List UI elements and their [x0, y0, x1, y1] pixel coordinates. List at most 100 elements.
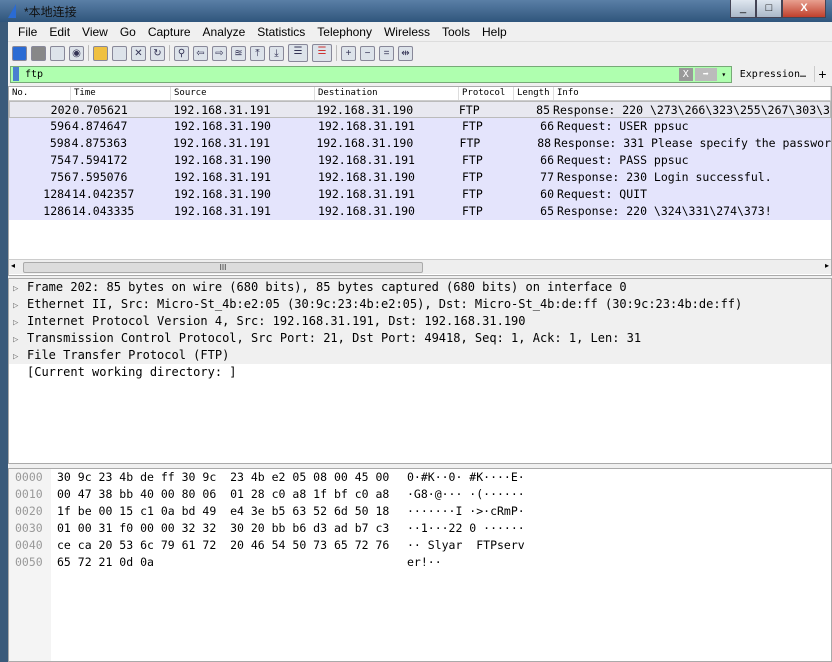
- packet-len: 85: [536, 103, 551, 117]
- menu-analyze[interactable]: Analyze: [197, 25, 252, 39]
- hex-bytes[interactable]: 65 72 21 0d 0a: [57, 554, 154, 571]
- expand-arrow-icon[interactable]: ▷: [13, 349, 27, 366]
- packet-bytes: 0000 30 9c 23 4b de ff 30 9c 23 4b e2 05 …: [8, 468, 832, 662]
- hex-bytes[interactable]: 30 9c 23 4b de ff 30 9c 23 4b e2 05 08 0…: [57, 469, 389, 486]
- hex-bytes[interactable]: 01 00 31 f0 00 00 32 32 30 20 bb b6 d3 a…: [57, 520, 389, 537]
- column-length[interactable]: Length: [514, 87, 554, 100]
- menu-go[interactable]: Go: [114, 25, 142, 39]
- hex-row: 0010 00 47 38 bb 40 00 80 06 01 28 c0 a8 …: [9, 486, 831, 503]
- minimize-button[interactable]: _: [730, 0, 756, 18]
- autoscroll-icon[interactable]: ☰: [288, 44, 308, 62]
- packet-no: 598: [49, 136, 71, 150]
- detail-text: Internet Protocol Version 4, Src: 192.16…: [27, 314, 526, 328]
- menu-file[interactable]: File: [12, 25, 43, 39]
- hex-bytes[interactable]: 00 47 38 bb 40 00 80 06 01 28 c0 a8 1f b…: [57, 486, 389, 503]
- menu-help[interactable]: Help: [476, 25, 513, 39]
- menu-wireless[interactable]: Wireless: [378, 25, 436, 39]
- menu-telephony[interactable]: Telephony: [311, 25, 378, 39]
- column-protocol[interactable]: Protocol: [459, 87, 514, 100]
- hex-row: 0050 65 72 21 0d 0a er!··: [9, 554, 831, 571]
- add-filter-button[interactable]: +: [814, 66, 830, 82]
- packet-dst: 192.168.31.190: [316, 103, 414, 117]
- first-packet-icon[interactable]: ⤒: [250, 45, 265, 61]
- column-no[interactable]: No.: [9, 87, 71, 100]
- packet-row[interactable]: 596 4.874647 192.168.31.190 192.168.31.191 F…: [9, 118, 831, 135]
- stop-capture-icon[interactable]: [31, 45, 46, 61]
- hex-bytes[interactable]: ce ca 20 53 6c 79 61 72 20 46 54 50 73 6…: [57, 537, 389, 554]
- horizontal-scrollbar[interactable]: ◂ III ▸: [9, 259, 831, 274]
- filter-history-dropdown[interactable]: ▾: [717, 70, 731, 79]
- expression-button[interactable]: Expression…: [732, 69, 814, 80]
- packet-info: Response: 220 \324\331\274\373!: [557, 204, 772, 218]
- hex-ascii[interactable]: ·· Slyar FTPserv: [407, 537, 525, 554]
- maximize-button[interactable]: □: [756, 0, 782, 18]
- start-capture-icon[interactable]: [12, 45, 27, 61]
- packet-len: 60: [540, 187, 554, 201]
- menu-bar: File Edit View Go Capture Analyze Statistics Te…: [8, 22, 832, 42]
- resize-columns-icon[interactable]: ⇹: [398, 45, 413, 61]
- colorize-icon[interactable]: ☰: [312, 44, 332, 62]
- filter-text[interactable]: ftp: [25, 69, 679, 80]
- column-info[interactable]: Info: [554, 87, 831, 100]
- detail-text: Transmission Control Protocol, Src Port:…: [27, 331, 642, 345]
- clear-filter-button[interactable]: X: [678, 67, 693, 81]
- open-file-icon[interactable]: [93, 45, 108, 61]
- packet-row[interactable]: 1284 14.042357 192.168.31.190 192.168.31.19…: [9, 186, 831, 203]
- hex-row: 0000 30 9c 23 4b de ff 30 9c 23 4b e2 05 …: [9, 469, 831, 486]
- go-forward-icon[interactable]: ⇨: [212, 45, 227, 61]
- packet-row[interactable]: 1286 14.043335 192.168.31.191 192.168.31.19…: [9, 203, 831, 220]
- column-source[interactable]: Source: [171, 87, 315, 100]
- display-filter-input[interactable]: ftp X ➡ ▾: [10, 65, 732, 83]
- apply-filter-button[interactable]: ➡: [694, 67, 717, 81]
- detail-tree-item[interactable]: ▷ Ethernet II, Src: Micro-St_4b:e2:05 (30…: [9, 296, 831, 313]
- column-time[interactable]: Time: [71, 87, 171, 100]
- restart-capture-icon[interactable]: [50, 45, 65, 61]
- reload-file-icon[interactable]: ↻: [150, 45, 165, 61]
- bookmark-icon[interactable]: [13, 67, 19, 81]
- detail-tree-item[interactable]: ▷ Internet Protocol Version 4, Src: 192.1…: [9, 313, 831, 330]
- packet-proto: FTP: [462, 187, 483, 201]
- go-back-icon[interactable]: ⇦: [193, 45, 208, 61]
- capture-options-icon[interactable]: ◉: [69, 45, 84, 61]
- scroll-right-icon[interactable]: ▸: [825, 261, 829, 270]
- detail-subitem[interactable]: [Current working directory: ]: [9, 364, 831, 381]
- scroll-left-icon[interactable]: ◂: [11, 261, 15, 270]
- close-button[interactable]: X: [782, 0, 826, 18]
- save-file-icon[interactable]: [112, 45, 127, 61]
- scrollbar-thumb[interactable]: III: [23, 262, 423, 273]
- menu-view[interactable]: View: [76, 25, 114, 39]
- hex-ascii[interactable]: er!··: [407, 554, 442, 571]
- menu-edit[interactable]: Edit: [43, 25, 76, 39]
- display-filter-bar: ftp X ➡ ▾ Expression… +: [8, 64, 832, 84]
- go-to-packet-icon[interactable]: ≊: [231, 45, 246, 61]
- menu-tools[interactable]: Tools: [436, 25, 476, 39]
- packet-row[interactable]: 756 7.595076 192.168.31.191 192.168.31.190 F…: [9, 169, 831, 186]
- hex-ascii[interactable]: ·G8·@··· ·(······: [407, 486, 525, 503]
- packet-list: No. Time Source Destination Protocol Len…: [8, 86, 832, 276]
- detail-tree-item[interactable]: ▷ Transmission Control Protocol, Src Port…: [9, 330, 831, 347]
- last-packet-icon[interactable]: ⤓: [269, 45, 284, 61]
- packet-row[interactable]: 754 7.594172 192.168.31.190 192.168.31.191 F…: [9, 152, 831, 169]
- close-file-icon[interactable]: ✕: [131, 45, 146, 61]
- hex-bytes[interactable]: 1f be 00 15 c1 0a bd 49 e4 3e b5 63 52 6…: [57, 503, 389, 520]
- packet-row[interactable]: 598 4.875363 192.168.31.191 192.168.31.190 F…: [9, 135, 831, 152]
- menu-statistics[interactable]: Statistics: [251, 25, 311, 39]
- hex-ascii[interactable]: 0·#K··0· #K····E·: [407, 469, 525, 486]
- detail-tree-item[interactable]: ▷ Frame 202: 85 bytes on wire (680 bits),…: [9, 279, 831, 296]
- detail-text: Frame 202: 85 bytes on wire (680 bits), …: [27, 280, 627, 294]
- find-packet-icon[interactable]: ⚲: [174, 45, 189, 61]
- packet-row[interactable]: 202 0.705621 192.168.31.191 192.168.31.190 F…: [9, 101, 831, 118]
- hex-ascii[interactable]: ·······I ·>·cRmP·: [407, 503, 525, 520]
- zoom-normal-icon[interactable]: =: [379, 45, 394, 61]
- packet-time: 7.595076: [72, 170, 128, 184]
- zoom-in-icon[interactable]: +: [341, 45, 356, 61]
- hex-ascii[interactable]: ··1···22 0 ······: [407, 520, 525, 537]
- main-toolbar: ◉ ✕ ↻ ⚲ ⇦ ⇨ ≊ ⤒ ⤓ ☰ ☰ + − = ⇹: [8, 42, 832, 64]
- packet-no: 1284: [43, 187, 71, 201]
- packet-no: 756: [50, 170, 71, 184]
- menu-capture[interactable]: Capture: [142, 25, 197, 39]
- detail-tree-item[interactable]: ▷ File Transfer Protocol (FTP): [9, 347, 831, 364]
- packet-time: 4.875363: [71, 136, 128, 150]
- zoom-out-icon[interactable]: −: [360, 45, 375, 61]
- column-destination[interactable]: Destination: [315, 87, 459, 100]
